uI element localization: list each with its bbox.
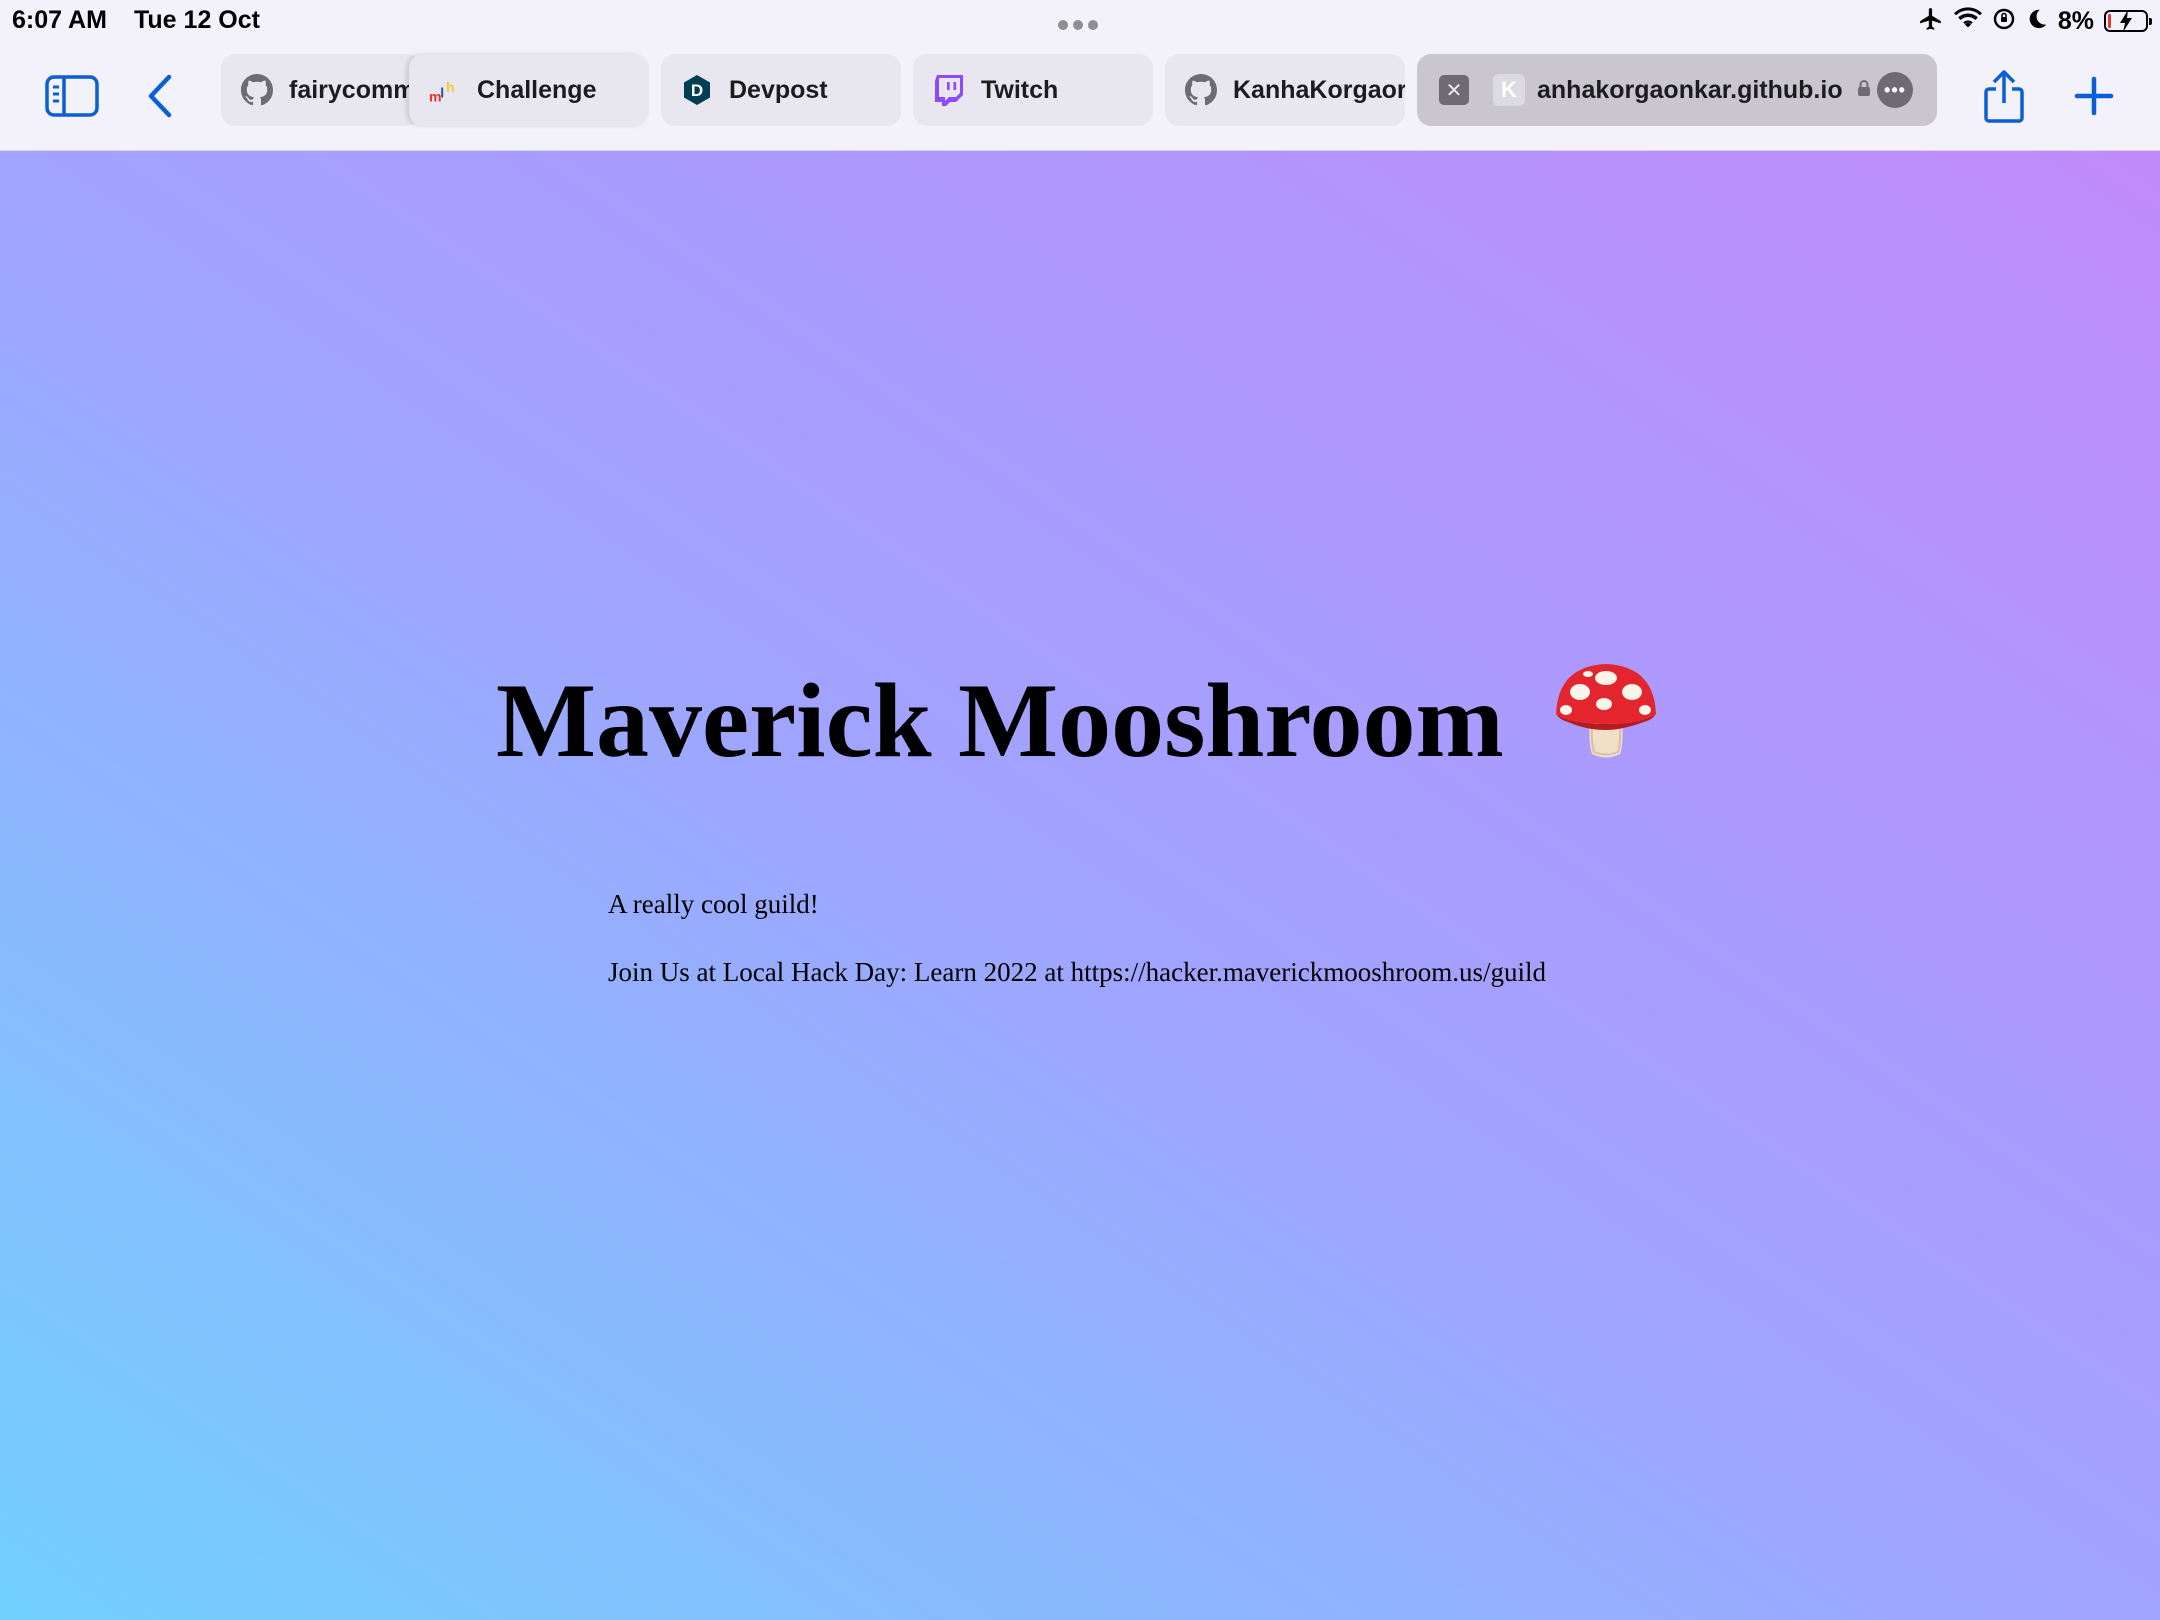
tab-label: fairycomm (289, 75, 416, 104)
svg-text:h: h (446, 79, 455, 95)
multitasking-handle[interactable] (1058, 20, 1098, 30)
wifi-icon (1953, 6, 1982, 36)
page-tagline: A really cool guild! (608, 889, 819, 919)
orientation-lock-icon (1992, 7, 2016, 36)
charging-bolt-icon (2118, 9, 2134, 39)
share-icon[interactable] (1974, 66, 2034, 126)
mushroom-emoji (1552, 658, 1660, 790)
browser-toolbar: fairycomm mlh Challenge D Devpost Twitch… (0, 42, 2160, 151)
battery-percentage: 8% (2057, 6, 2094, 35)
more-options-icon[interactable]: ••• (1877, 72, 1913, 108)
twitch-icon (933, 74, 965, 106)
tab-label: Devpost (729, 75, 828, 104)
page-title-text: Maverick Mooshroom (496, 662, 1504, 779)
devpost-icon: D (681, 74, 713, 106)
tab-challenge[interactable]: mlh Challenge (409, 54, 649, 126)
svg-text:D: D (691, 81, 703, 100)
airplane-icon (1918, 6, 1944, 37)
status-time: 6:07 AM (12, 6, 107, 34)
battery-charging-icon (2104, 10, 2152, 32)
github-icon (1185, 74, 1217, 106)
sidebar-icon[interactable] (42, 66, 102, 126)
tab-twitch[interactable]: Twitch (913, 54, 1153, 126)
tab-fairycomm[interactable]: fairycomm (221, 54, 421, 126)
github-icon (241, 74, 273, 106)
close-tab-icon[interactable]: ✕ (1439, 75, 1469, 105)
tab-label: Challenge (477, 75, 597, 104)
k-favicon: K (1493, 74, 1525, 106)
page-title: Maverick Mooshroom (496, 657, 1660, 798)
moon-icon (2026, 8, 2048, 35)
tab-label: KanhaKorgaor (1233, 75, 1405, 104)
status-bar: 6:07 AM Tue 12 Oct 8% (0, 0, 2160, 42)
lock-icon (1857, 79, 1871, 102)
back-chevron-icon[interactable] (130, 66, 190, 126)
battery-level-fill (2108, 14, 2111, 28)
join-announcement: Join Us at Local Hack Day: Learn 2022 at… (608, 957, 1547, 987)
tab-kanhakorgaonkar[interactable]: KanhaKorgaor (1165, 54, 1405, 126)
mlh-icon: mlh (429, 74, 461, 106)
tab-devpost[interactable]: D Devpost (661, 54, 901, 126)
tab-label: Twitch (981, 75, 1059, 104)
status-indicators: 8% (1918, 5, 2152, 37)
svg-text:l: l (440, 85, 444, 101)
web-page-content: Maverick Mooshroom A really cool guild! … (0, 151, 2160, 1620)
address-url[interactable]: anhakorgaonkar.github.io (1537, 76, 1843, 105)
plus-icon[interactable] (2064, 66, 2124, 126)
status-date: Tue 12 Oct (134, 6, 260, 34)
tab-active-kanhakorgaonkar-github-io[interactable]: ✕ K anhakorgaonkar.github.io ••• (1417, 54, 1937, 126)
